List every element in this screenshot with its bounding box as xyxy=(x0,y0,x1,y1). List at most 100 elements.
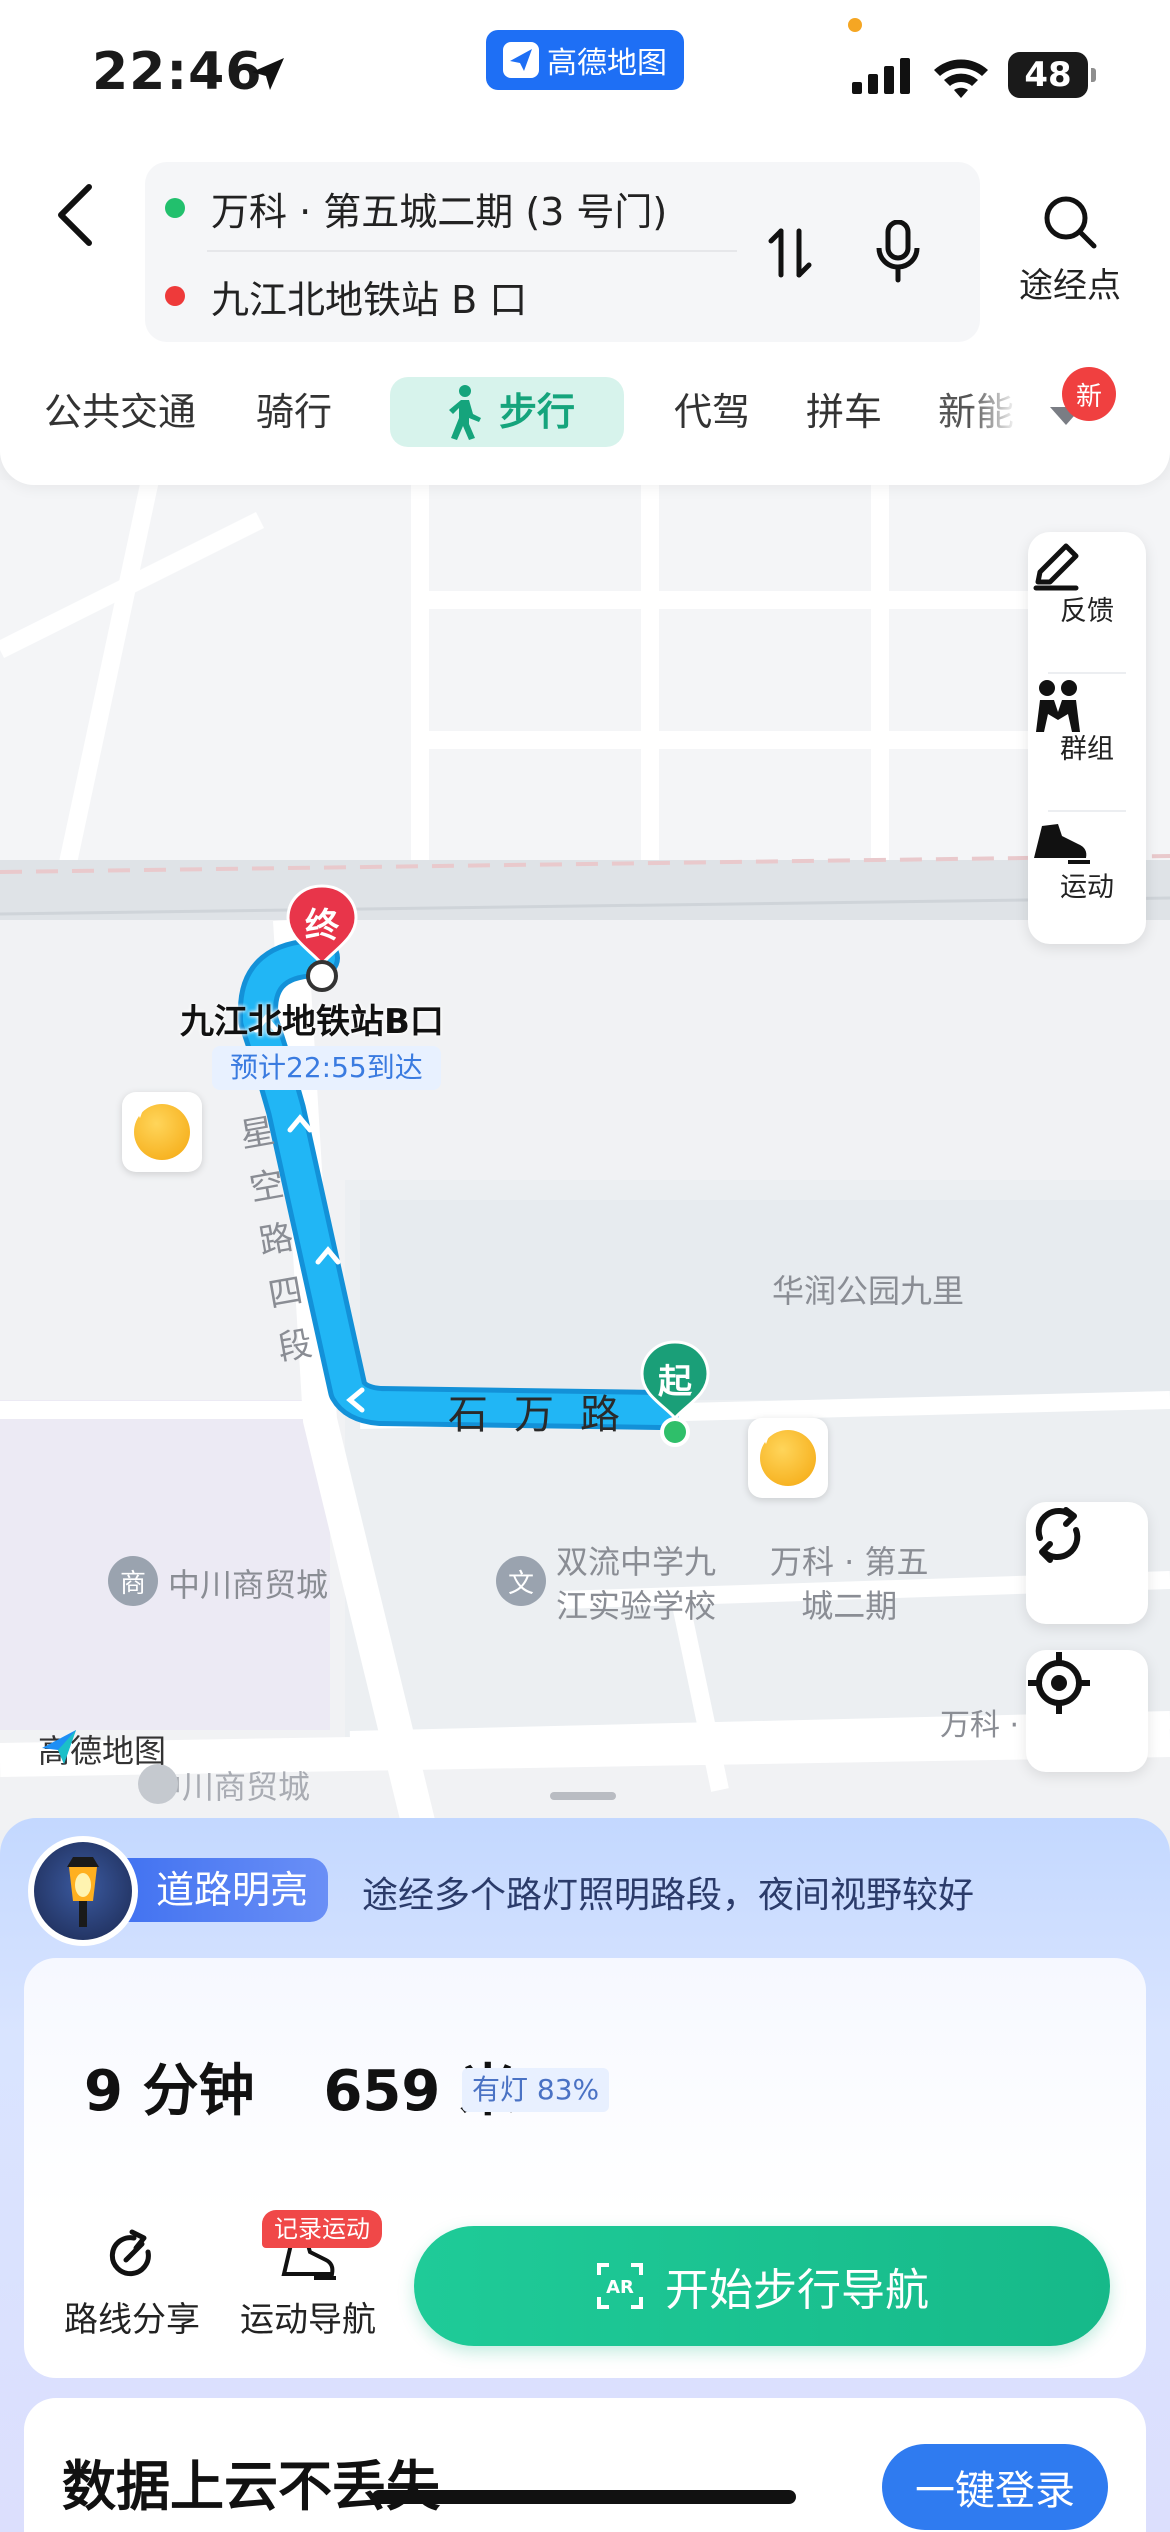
battery-indicator: 48 xyxy=(1008,52,1096,98)
group-button[interactable]: 群组 xyxy=(1028,676,1146,812)
refresh-route-button[interactable] xyxy=(1026,1502,1148,1624)
app-indicator[interactable]: 高德地图 xyxy=(486,30,684,90)
street-lamp-icon xyxy=(28,1836,138,1946)
back-button[interactable] xyxy=(40,175,110,255)
login-promo-title: 数据上云不丢失 xyxy=(62,2455,440,2518)
sport-shoe-icon xyxy=(1034,824,1090,864)
start-walking-navigation-label: 开始步行导航 xyxy=(665,2265,929,2316)
travel-mode-tabs: 公共交通 骑行 步行 代驾 拼车 新能 新 xyxy=(0,365,1170,465)
swap-icon xyxy=(768,228,812,278)
eta-label: 预计22:55到达 xyxy=(212,1046,441,1090)
back-arrow-icon xyxy=(58,184,92,246)
amap-logo-icon xyxy=(42,1730,76,1764)
lighting-description: 途经多个路灯照明路段，夜间视野较好 xyxy=(362,1875,975,1916)
coin-marker[interactable] xyxy=(122,1092,202,1172)
send-icon xyxy=(752,1422,774,1444)
poi-wanke-small-label[interactable]: 万科 · xyxy=(940,1700,1019,1744)
route-header: 22:46 高德地图 48 万科 · 第五城二期 (3 号门) 九江北地铁站 B… xyxy=(0,0,1170,485)
map-tools-panel: 反馈 群组 运动 xyxy=(1028,532,1146,944)
voice-input-button[interactable] xyxy=(863,212,933,292)
divider xyxy=(1048,672,1126,674)
home-indicator[interactable] xyxy=(372,2490,796,2504)
status-bar: 22:46 高德地图 48 xyxy=(0,0,1170,150)
poi-park-label[interactable]: 华润公园九里 xyxy=(772,1266,964,1312)
poi-school-label[interactable]: 双流中学九 江实验学校 xyxy=(556,1540,716,1628)
lit-ratio-badge: 有灯 83% xyxy=(462,2068,610,2112)
poi-wanke-line: 万科 · 第五 xyxy=(770,1543,929,1581)
destination-field[interactable]: 九江北地铁站 B 口 xyxy=(165,252,765,340)
share-route-label: 路线分享 xyxy=(64,2300,200,2340)
tab-walking[interactable]: 步行 xyxy=(390,377,624,447)
app-indicator-label: 高德地图 xyxy=(547,46,667,81)
destination-map-label[interactable]: 九江北地铁站B口 xyxy=(180,994,444,1043)
route-stats: 9 分钟 659 米 xyxy=(84,2046,516,2127)
microphone-icon xyxy=(876,220,920,283)
walking-icon xyxy=(448,385,481,440)
origin-text: 万科 · 第五城二期 (3 号门) xyxy=(211,189,668,234)
record-sport-badge: 记录运动 xyxy=(262,2210,382,2248)
login-promo-card: 数据上云不丢失 一键登录 xyxy=(24,2398,1146,2532)
waypoint-label: 途经点 xyxy=(1019,266,1121,306)
edit-icon xyxy=(1033,543,1079,591)
new-badge: 新 xyxy=(1062,367,1116,421)
sport-label: 运动 xyxy=(1060,871,1114,903)
tab-designated-driver[interactable]: 代驾 xyxy=(674,377,750,447)
amap-watermark: 高德地图 xyxy=(38,1726,166,1772)
destination-pin-label: 终 xyxy=(305,906,339,946)
route-input-box: 万科 · 第五城二期 (3 号门) 九江北地铁站 B 口 xyxy=(145,162,980,342)
group-icon xyxy=(1036,680,1080,732)
svg-text:AR: AR xyxy=(606,2277,634,2298)
tab-new-energy[interactable]: 新能 xyxy=(938,377,1018,447)
poi-school-line: 江实验学校 xyxy=(556,1587,717,1625)
location-arrow-icon xyxy=(252,58,284,90)
tab-walking-label: 步行 xyxy=(498,390,575,434)
one-tap-login-button[interactable]: 一键登录 xyxy=(882,2444,1108,2530)
waypoint-button[interactable]: 途经点 xyxy=(1010,192,1130,307)
poi-school-line: 双流中学九 xyxy=(556,1543,717,1581)
coin-marker[interactable] xyxy=(748,1418,828,1498)
cellular-signal-icon xyxy=(852,58,910,94)
tab-carpool[interactable]: 拼车 xyxy=(806,377,882,447)
poi-mall-label[interactable]: 中川商贸城 xyxy=(168,1560,328,1606)
tab-public-transit[interactable]: 公共交通 xyxy=(44,377,196,447)
sheet-drag-handle[interactable] xyxy=(550,1792,616,1800)
swap-button[interactable] xyxy=(755,218,825,288)
divider xyxy=(1048,810,1126,812)
destination-text: 九江北地铁站 B 口 xyxy=(211,277,528,322)
poi-wanke-label[interactable]: 万科 · 第五 城二期 xyxy=(770,1540,929,1628)
mall-icon: 商 xyxy=(108,1556,158,1606)
sport-button[interactable]: 运动 xyxy=(1028,814,1146,950)
refresh-icon xyxy=(1035,1507,1081,1563)
origin-field[interactable]: 万科 · 第五城二期 (3 号门) xyxy=(165,164,765,252)
lighting-info[interactable]: 道路明亮 途经多个路灯照明路段，夜间视野较好 xyxy=(28,1836,1148,1946)
poi-wanke-line: 城二期 xyxy=(801,1587,898,1625)
origin-pin-label: 起 xyxy=(658,1362,692,1402)
locate-icon xyxy=(1028,1652,1090,1714)
ar-icon: AR xyxy=(597,2263,643,2309)
status-time: 22:46 xyxy=(92,42,263,102)
route-summary-sheet: 道路明亮 途经多个路灯照明路段，夜间视野较好 9 分钟 659 米 有灯 83%… xyxy=(0,1818,1170,2532)
search-icon xyxy=(1044,196,1097,249)
feedback-button[interactable]: 反馈 xyxy=(1028,538,1146,674)
feedback-label: 反馈 xyxy=(1060,595,1114,627)
sport-navigation-label: 运动导航 xyxy=(240,2300,376,2340)
start-walking-navigation-button[interactable]: AR 开始步行导航 xyxy=(414,2226,1110,2346)
origin-dot xyxy=(165,198,185,218)
road-char: 段 xyxy=(274,1323,316,1370)
school-icon: 文 xyxy=(496,1556,546,1606)
destination-dot xyxy=(165,286,185,306)
road-char: 路 xyxy=(580,1392,620,1438)
share-route-button[interactable]: 路线分享 xyxy=(52,2228,212,2341)
send-icon xyxy=(126,1096,148,1118)
route-duration: 9 分钟 xyxy=(84,2059,255,2124)
privacy-indicator xyxy=(848,18,862,32)
amap-logo-icon xyxy=(503,42,539,78)
wifi-icon xyxy=(934,59,988,98)
road-label-shiwan: 石 万 路 xyxy=(448,1382,620,1440)
road-char: 万 xyxy=(514,1392,554,1438)
road-char: 石 xyxy=(448,1392,488,1438)
share-icon xyxy=(109,2229,151,2277)
tab-cycling[interactable]: 骑行 xyxy=(256,377,332,447)
route-summary-card[interactable]: 9 分钟 659 米 有灯 83% 路线分享 运动导航 记录运动 AR 开始步行… xyxy=(24,1958,1146,2378)
locate-button[interactable] xyxy=(1026,1650,1148,1772)
